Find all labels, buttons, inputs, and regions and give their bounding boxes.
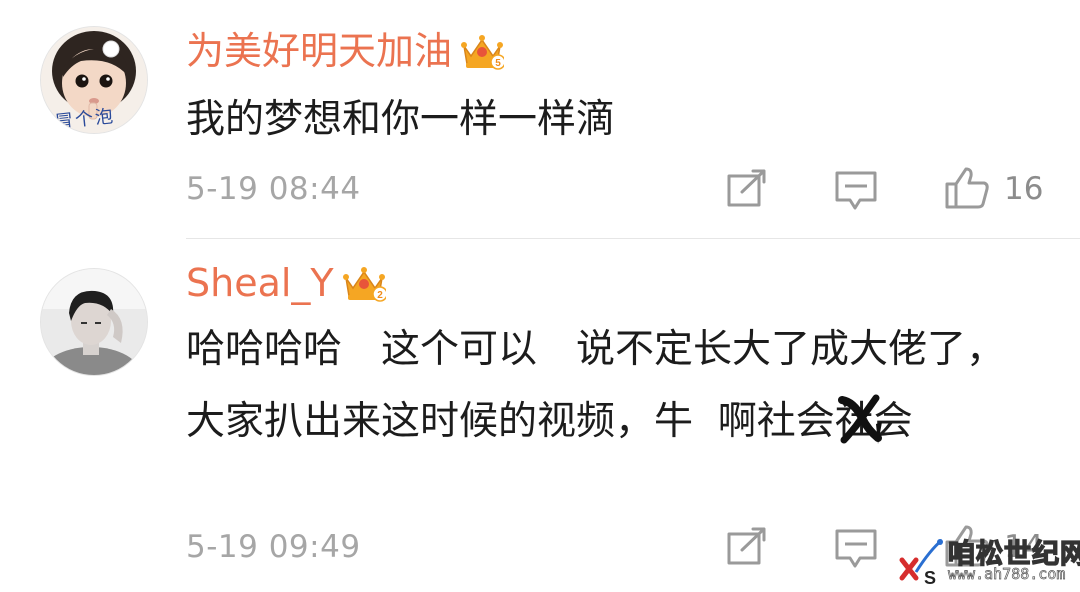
- comment-text: 哈哈哈哈 这个可以 说不定长大了成大佬了，大家扒出来这时候的视频，牛 啊社会社会: [186, 327, 1006, 444]
- comment-item: Sheal_Y 2 哈哈哈哈 这个可以 说不定长大了成大佬了，大家扒出来这时候的…: [0, 0, 1080, 592]
- vip-level: 2: [377, 290, 383, 301]
- svg-text:S: S: [924, 568, 936, 588]
- repost-icon[interactable]: [726, 526, 768, 570]
- comment-icon[interactable]: [834, 528, 878, 574]
- avatar[interactable]: [40, 268, 148, 376]
- avatar-image: [41, 269, 147, 375]
- watermark-logo-icon: S: [899, 538, 943, 588]
- crown-icon: 2: [342, 264, 388, 308]
- timestamp: 5-19 09:49: [186, 529, 361, 565]
- username-text: Sheal_Y: [186, 261, 334, 305]
- censor-mark: [838, 394, 882, 444]
- watermark-url: www.ah788.com: [948, 565, 1066, 584]
- watermark: S 咱松世纪网 www.ah788.com: [896, 532, 1080, 588]
- username[interactable]: Sheal_Y 2: [186, 261, 388, 308]
